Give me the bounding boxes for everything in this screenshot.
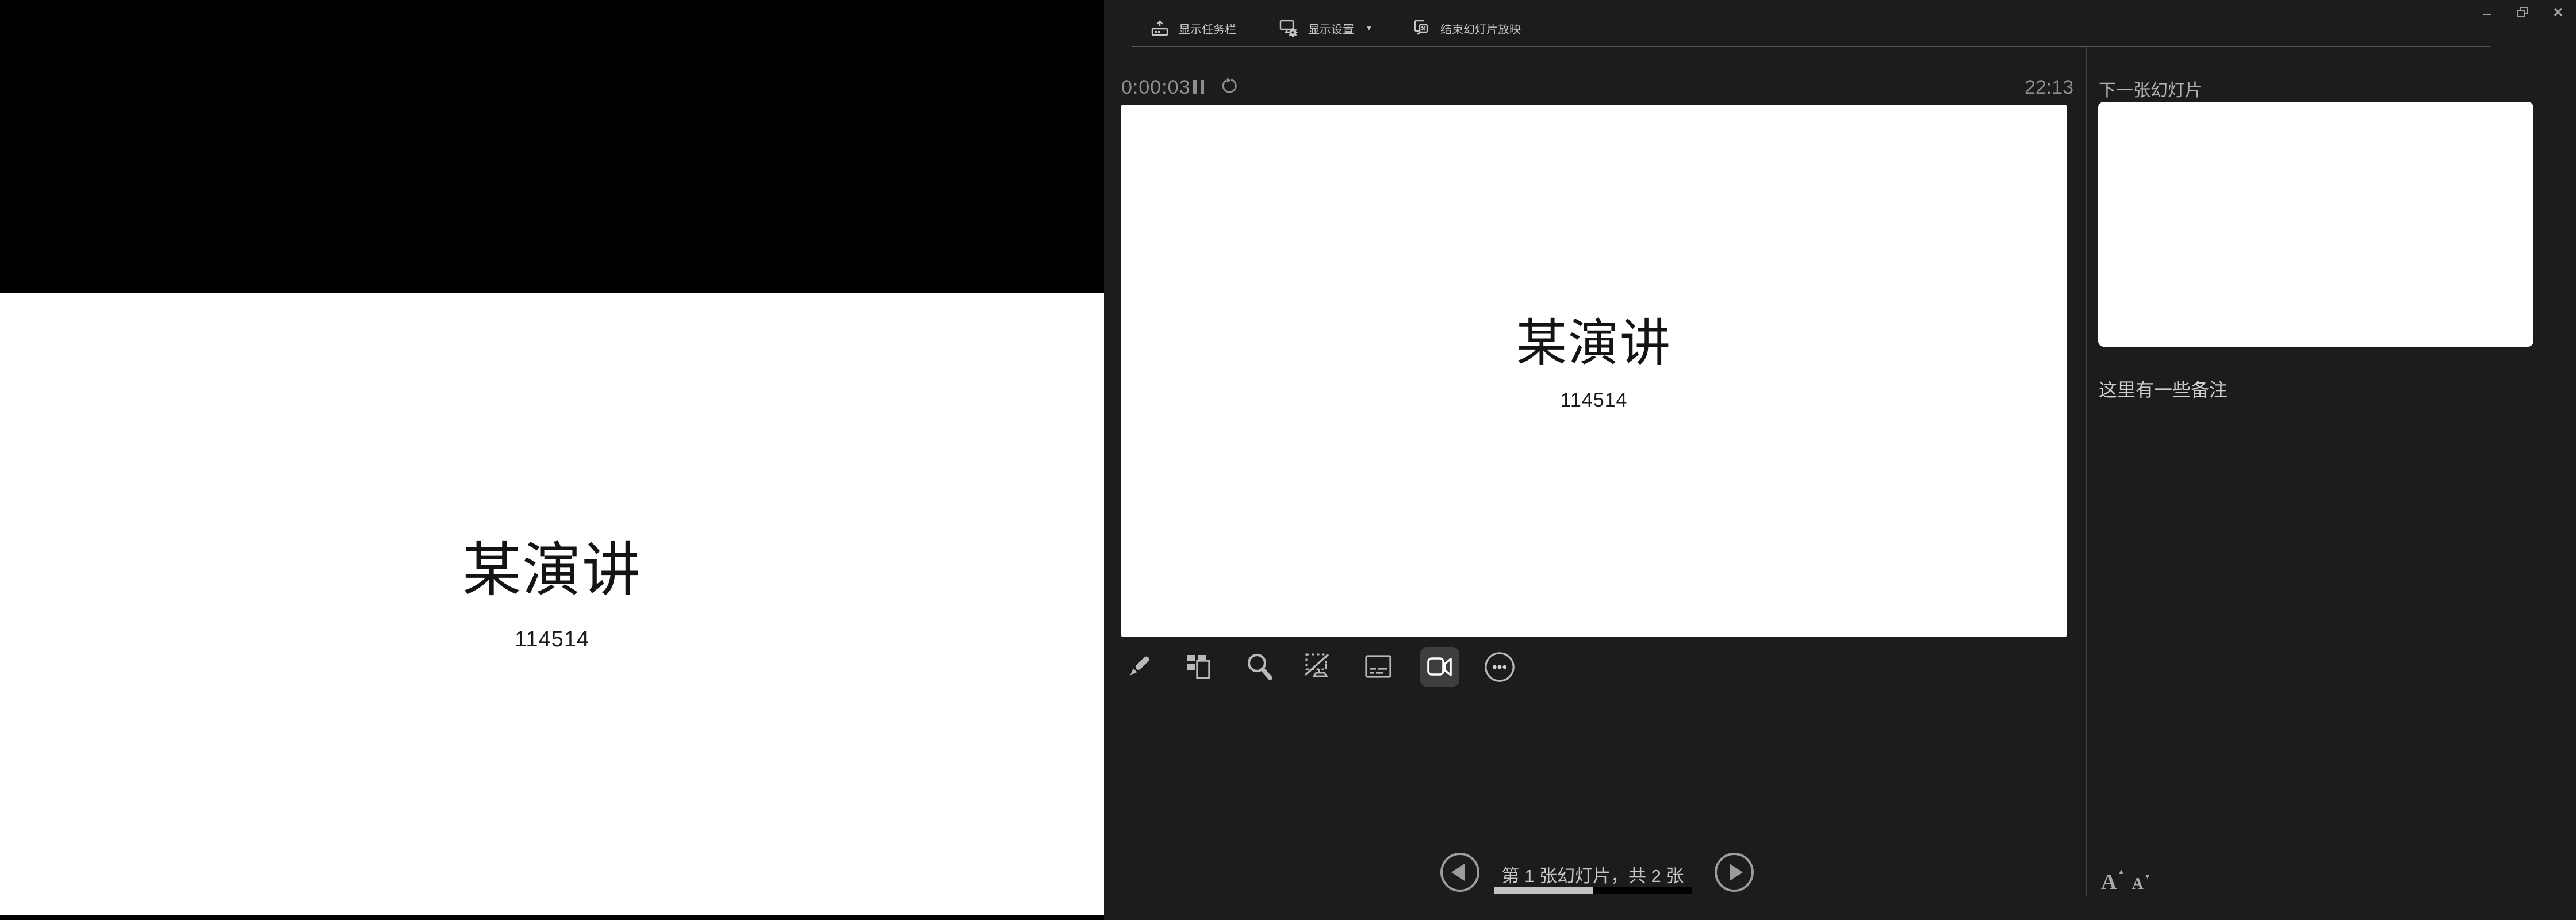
magnifier-icon — [1244, 651, 1276, 683]
elapsed-time: 0:00:03 — [1121, 76, 1190, 99]
see-all-slides-button[interactable] — [1182, 650, 1215, 684]
projected-slide: 某演讲 114514 — [0, 293, 1104, 915]
notes-font-controls: A▲ A▼ — [2101, 869, 2144, 895]
more-options-button[interactable] — [1483, 650, 1516, 684]
slideshow-progress-bar — [1494, 887, 1692, 894]
previous-slide-button[interactable] — [1439, 852, 1481, 893]
see-all-slides-icon — [1182, 651, 1214, 683]
current-slide-preview[interactable]: 某演讲 114514 — [1121, 105, 2067, 637]
increase-font-button[interactable]: A▲ — [2101, 869, 2117, 895]
black-screen-button[interactable] — [1302, 650, 1336, 684]
caret-up-icon: ▲ — [2118, 867, 2125, 876]
next-slide-button[interactable] — [1713, 852, 1755, 893]
slide-title: 某演讲 — [1121, 317, 2067, 370]
dropdown-arrow-icon: ▼ — [1366, 24, 1373, 32]
panel-divider — [2086, 46, 2087, 896]
minimize-button[interactable] — [2479, 5, 2494, 20]
projected-slideshow-display: 某演讲 114514 — [0, 0, 1104, 920]
close-icon — [2553, 7, 2563, 17]
end-slideshow-button[interactable]: 结束幻灯片放映 — [1410, 16, 1521, 40]
end-slideshow-icon — [1410, 18, 1431, 39]
slide-subtitle: 114514 — [0, 628, 1104, 651]
progress-fill — [1494, 887, 1593, 894]
titlebar-divider — [1132, 46, 2490, 47]
restore-button[interactable] — [2515, 5, 2530, 20]
restart-timer-button[interactable] — [1221, 77, 1238, 94]
speaker-notes: 这里有一些备注 — [2099, 377, 2501, 403]
display-settings-label: 显示设置 — [1308, 20, 1354, 37]
camera-toggle-button[interactable] — [1420, 647, 1459, 687]
end-slideshow-label: 结束幻灯片放映 — [1440, 20, 1521, 37]
camera-icon — [1424, 651, 1456, 683]
taskbar-icon — [1150, 18, 1170, 38]
next-arrow-icon — [1713, 852, 1755, 893]
next-slide-thumbnail[interactable] — [2098, 102, 2533, 347]
restore-icon — [2517, 6, 2528, 18]
display-settings-icon — [1278, 18, 1299, 39]
subtitles-icon — [1362, 651, 1394, 683]
show-taskbar-button[interactable]: 显示任务栏 — [1150, 16, 1236, 40]
display-settings-button[interactable]: 显示设置 ▼ — [1278, 16, 1373, 40]
pen-tool-button[interactable] — [1122, 650, 1155, 684]
previous-arrow-icon — [1439, 852, 1481, 893]
restart-icon — [1221, 77, 1238, 94]
slide-title: 某演讲 — [0, 540, 1104, 601]
show-taskbar-label: 显示任务栏 — [1179, 20, 1236, 37]
slide-subtitle: 114514 — [1121, 390, 2067, 411]
black-screen-icon — [1303, 651, 1335, 683]
caret-down-icon: ▼ — [2144, 872, 2151, 880]
minimize-icon — [2483, 14, 2491, 15]
decrease-font-button[interactable]: A▼ — [2132, 875, 2143, 894]
pause-timer-button[interactable] — [1193, 80, 1204, 94]
presenter-view-window: 显示任务栏 — [1104, 0, 2576, 920]
pen-icon — [1122, 651, 1155, 683]
zoom-slide-button[interactable] — [1243, 650, 1276, 684]
pause-icon — [1193, 80, 1197, 94]
subtitles-button[interactable] — [1362, 650, 1395, 684]
next-slide-label: 下一张幻灯片 — [2099, 76, 2202, 101]
close-button[interactable] — [2551, 5, 2566, 20]
current-time: 22:13 — [2025, 76, 2073, 99]
slide-position-status: 第 1 张幻灯片，共 2 张 — [1497, 861, 1689, 887]
screen: 某演讲 114514 显示任务栏 — [0, 0, 2576, 920]
more-options-icon — [1483, 650, 1516, 684]
